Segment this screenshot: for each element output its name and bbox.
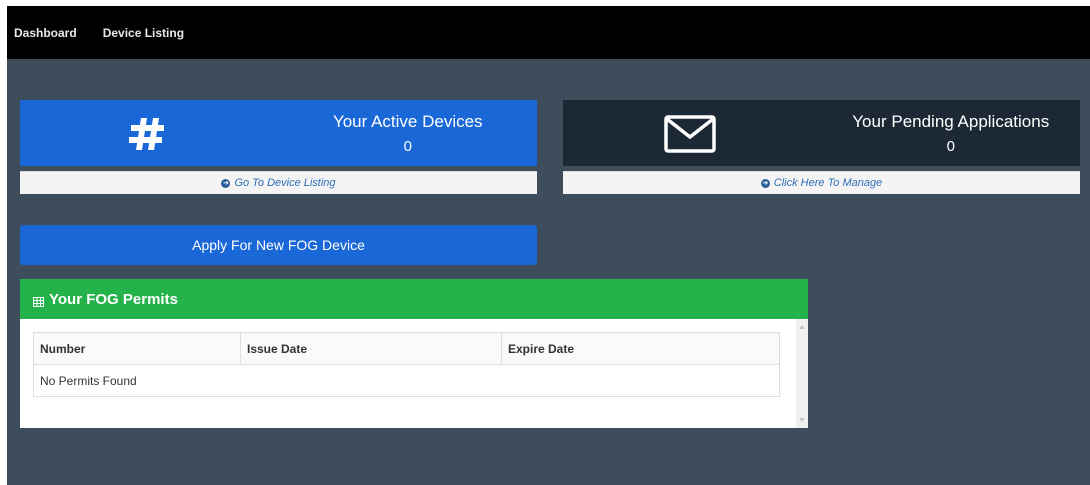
scroll-down-arrow-icon[interactable] [799, 418, 805, 422]
nav-device-listing-link[interactable]: Device Listing [103, 26, 184, 40]
pending-applications-count: 0 [946, 138, 955, 155]
pending-applications-card: Your Pending Applications 0 ➜ Click Here… [563, 100, 1080, 194]
arrow-circle-right-icon: ➜ [760, 178, 770, 188]
table-row: No Permits Found [33, 364, 780, 397]
top-navbar: Dashboard Device Listing [7, 6, 1090, 59]
scroll-up-arrow-icon[interactable] [799, 325, 805, 329]
active-devices-title: Your Active Devices [332, 112, 483, 131]
pending-applications-card-panel: Your Pending Applications 0 [563, 100, 1080, 166]
apply-new-fog-device-button[interactable]: Apply For New FOG Device [20, 225, 537, 265]
table-icon [33, 294, 44, 307]
column-header-issue-date[interactable]: Issue Date [240, 332, 502, 365]
column-header-expire-date[interactable]: Expire Date [501, 332, 780, 365]
permits-scrollbar[interactable] [796, 319, 808, 428]
active-devices-summary: Your Active Devices 0 [279, 112, 538, 155]
click-here-to-manage-link[interactable]: ➜ Click Here To Manage [563, 171, 1080, 194]
permits-table-header-row: Number Issue Date Expire Date [33, 332, 780, 365]
app-window: Dashboard Device Listing Your Active Dev… [7, 6, 1090, 485]
fog-permits-body: Number Issue Date Expire Date No Permits… [20, 319, 808, 428]
go-to-device-listing-link[interactable]: ➜ Go To Device Listing [20, 171, 537, 194]
active-devices-card-panel: Your Active Devices 0 [20, 100, 537, 166]
active-devices-card: Your Active Devices 0 ➜ Go To Device Lis… [20, 100, 537, 194]
nav-dashboard-link[interactable]: Dashboard [14, 26, 77, 40]
click-here-to-manage-label: Click Here To Manage [773, 177, 883, 189]
arrow-circle-right-icon: ➜ [221, 178, 231, 188]
permits-table: Number Issue Date Expire Date No Permits… [33, 332, 780, 397]
active-devices-count: 0 [403, 138, 412, 155]
hashtag-icon [120, 112, 174, 156]
fog-permits-panel: Your FOG Permits Number Issue Date Expir… [20, 279, 808, 428]
pending-applications-summary: Your Pending Applications 0 [822, 112, 1081, 155]
no-permits-message: No Permits Found [33, 364, 780, 397]
pending-applications-title: Your Pending Applications [852, 112, 1050, 131]
go-to-device-listing-label: Go To Device Listing [234, 177, 336, 189]
fog-permits-title: Your FOG Permits [49, 290, 178, 308]
fog-permits-header: Your FOG Permits [20, 279, 808, 319]
column-header-number[interactable]: Number [33, 332, 241, 365]
envelope-icon [663, 112, 717, 156]
